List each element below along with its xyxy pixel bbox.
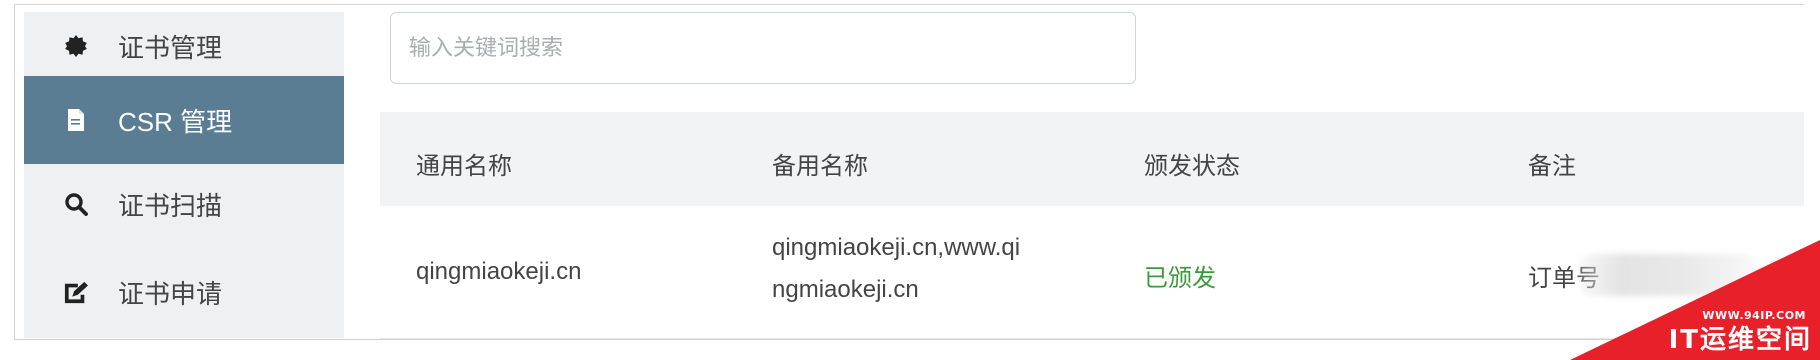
search-icon bbox=[64, 192, 88, 216]
watermark: WWW.94IP.COM IT运维空间 bbox=[1570, 240, 1820, 360]
search-input[interactable] bbox=[390, 12, 1136, 84]
cell-status: 已颁发 bbox=[1144, 265, 1216, 292]
file-icon bbox=[64, 108, 88, 132]
sidebar-item-csr-management[interactable]: CSR 管理 bbox=[24, 76, 344, 164]
sidebar-item-label: 证书管理 bbox=[118, 32, 223, 63]
sidebar: 证书管理 CSR 管理 证书扫描 证书申请 bbox=[24, 12, 344, 338]
sidebar-item-label: 证书申请 bbox=[118, 278, 223, 309]
cell-common-name: qingmiaokeji.cn bbox=[416, 258, 582, 285]
column-header-alt-name: 备用名称 bbox=[772, 153, 868, 180]
sidebar-item-label: 证书扫描 bbox=[118, 190, 223, 221]
cell-alt-name-line2: ngmiaokeji.cn bbox=[772, 276, 919, 303]
sidebar-item-label: CSR 管理 bbox=[118, 106, 233, 137]
sidebar-item-cert-apply[interactable]: 证书申请 bbox=[24, 248, 344, 336]
table-header bbox=[380, 112, 1804, 206]
column-header-note: 备注 bbox=[1528, 153, 1576, 180]
sidebar-item-cert-scan[interactable]: 证书扫描 bbox=[24, 160, 344, 248]
badge-icon bbox=[64, 34, 88, 58]
watermark-name: IT运维空间 bbox=[1668, 325, 1812, 355]
column-header-common-name: 通用名称 bbox=[416, 153, 512, 180]
column-header-status: 颁发状态 bbox=[1144, 153, 1240, 180]
cell-alt-name-line1: qingmiaokeji.cn,www.qi bbox=[772, 234, 1021, 261]
edit-icon bbox=[64, 280, 88, 304]
